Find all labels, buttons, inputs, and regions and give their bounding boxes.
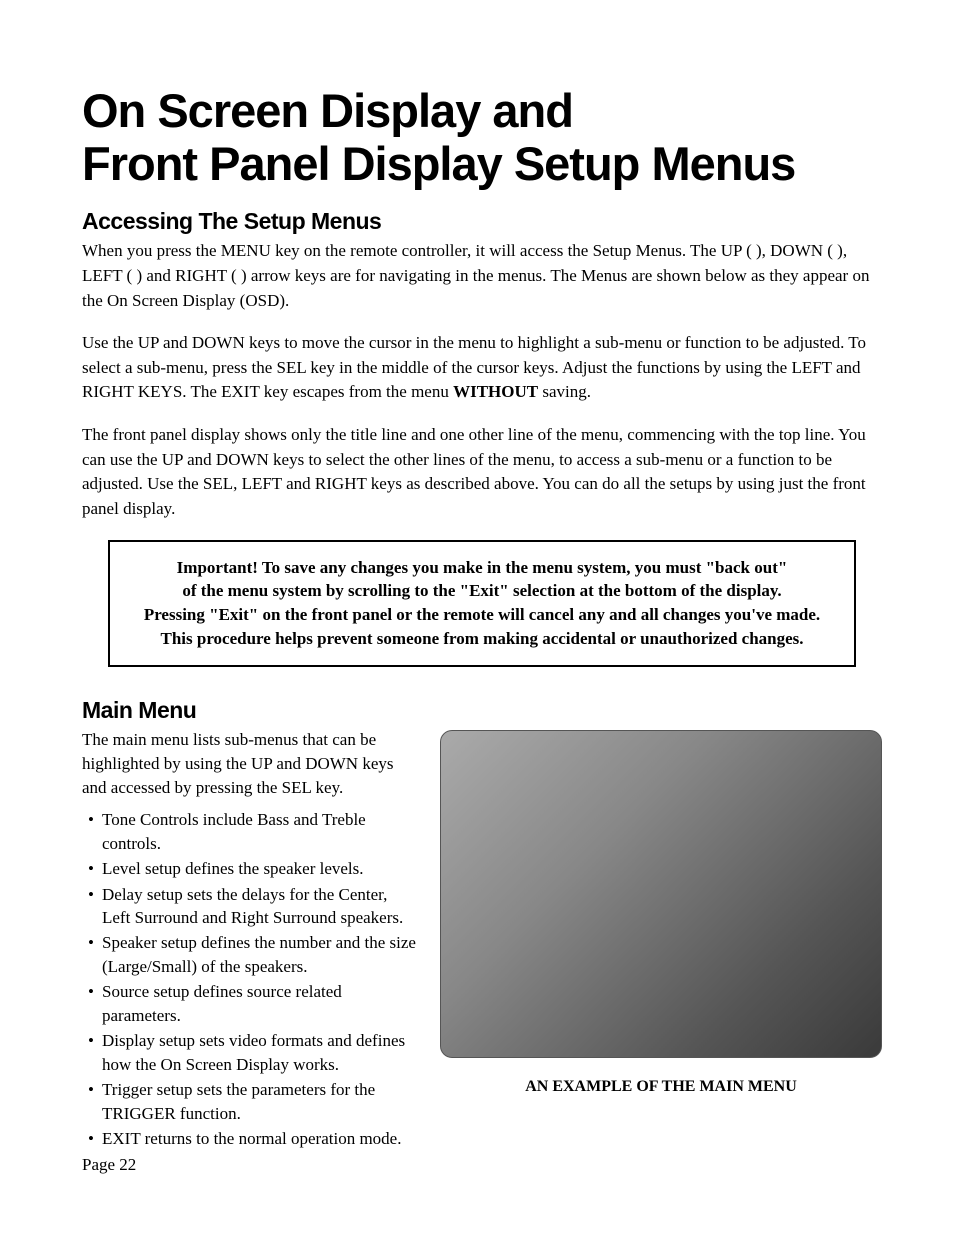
page-title: On Screen Display and Front Panel Displa… (82, 85, 882, 190)
title-line-2: Front Panel Display Setup Menus (82, 137, 795, 190)
without-emphasis: WITHOUT (453, 382, 538, 401)
list-item: Source setup defines source related para… (86, 980, 416, 1027)
para-accessing-1: When you press the MENU key on the remot… (82, 239, 882, 313)
list-item: Trigger setup sets the parameters for th… (86, 1078, 416, 1125)
list-item: Delay setup sets the delays for the Cent… (86, 883, 416, 930)
mainmenu-text-column: The main menu lists sub-menus that can b… (82, 728, 416, 1153)
menu-example-screen (440, 730, 882, 1058)
callout-line: Important! To save any changes you make … (120, 556, 844, 580)
important-callout: Important! To save any changes you make … (108, 540, 856, 667)
list-item: Tone Controls include Bass and Treble co… (86, 808, 416, 855)
section-heading-accessing: Accessing The Setup Menus (82, 208, 882, 235)
list-item: Speaker setup defines the number and the… (86, 931, 416, 978)
figure-caption: AN EXAMPLE OF THE MAIN MENU (440, 1078, 882, 1096)
para-accessing-2: Use the UP and DOWN keys to move the cur… (82, 331, 882, 405)
list-item: Display setup sets video formats and def… (86, 1029, 416, 1076)
callout-line: This procedure helps prevent someone fro… (120, 627, 844, 651)
callout-line: Pressing "Exit" on the front panel or th… (120, 603, 844, 627)
mainmenu-intro: The main menu lists sub-menus that can b… (82, 728, 416, 800)
mainmenu-figure-column: AN EXAMPLE OF THE MAIN MENU (440, 728, 882, 1096)
list-item: Level setup defines the speaker levels. (86, 857, 416, 880)
para-accessing-3: The front panel display shows only the t… (82, 423, 882, 522)
list-item: EXIT returns to the normal operation mod… (86, 1127, 416, 1150)
mainmenu-bullet-list: Tone Controls include Bass and Treble co… (82, 808, 416, 1150)
section-heading-mainmenu: Main Menu (82, 697, 882, 724)
page-number: Page 22 (82, 1155, 136, 1175)
title-line-1: On Screen Display and (82, 84, 573, 137)
callout-line: of the menu system by scrolling to the "… (120, 579, 844, 603)
